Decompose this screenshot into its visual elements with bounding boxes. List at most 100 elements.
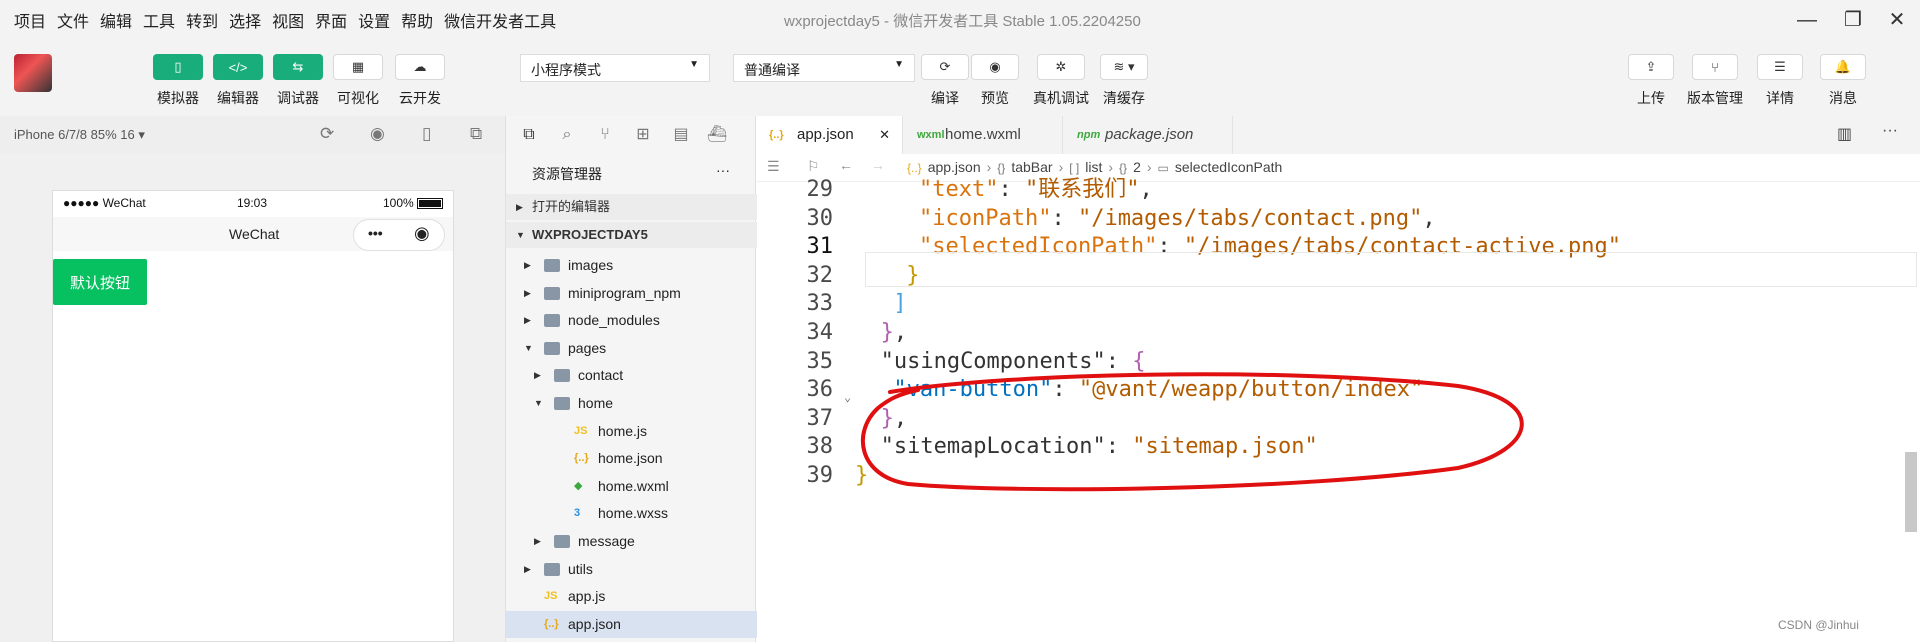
code-button[interactable]: </> bbox=[213, 54, 263, 80]
debug-button[interactable]: ⇆ bbox=[273, 54, 323, 80]
wxml-file-icon: ◆ bbox=[574, 479, 583, 492]
close-capsule-icon[interactable]: ◉ bbox=[414, 223, 430, 244]
layers-button[interactable]: ≋ ▾ bbox=[1100, 54, 1148, 80]
cloud-icon: ☁ bbox=[413, 59, 427, 74]
tab-app-json[interactable]: {..} app.json ✕ bbox=[757, 116, 903, 154]
layers-icon: ≋ ▾ bbox=[1113, 59, 1135, 74]
tree-item-miniprogram_npm[interactable]: ▶ miniprogram_npm bbox=[506, 280, 757, 307]
folder-file-icon bbox=[554, 535, 570, 548]
device-select[interactable]: iPhone 6/7/8 85% 16 ▾ bbox=[14, 127, 145, 143]
folder-file-icon bbox=[544, 259, 560, 272]
menu-item[interactable]: 选择 bbox=[229, 8, 261, 32]
toolbar-label: 上传 bbox=[1637, 90, 1665, 106]
menu-item[interactable]: 工具 bbox=[143, 8, 175, 32]
menu-item[interactable]: 转到 bbox=[186, 8, 218, 32]
back-icon[interactable]: ← bbox=[839, 157, 853, 173]
tree-item-home[interactable]: ▼ home bbox=[506, 390, 757, 417]
project-section[interactable]: ▼ WXPROJECTDAY5 bbox=[506, 222, 757, 248]
menu-item[interactable]: 界面 bbox=[315, 8, 347, 32]
menu-item[interactable]: 视图 bbox=[272, 8, 304, 32]
tab-package-json[interactable]: npm package.json bbox=[1065, 116, 1233, 154]
tree-item-message[interactable]: ▶ message bbox=[506, 528, 757, 555]
capsule-menu[interactable]: ••• ◉ bbox=[353, 219, 445, 251]
close-icon[interactable]: ✕ bbox=[1882, 6, 1912, 34]
file-type-icon: npm bbox=[1077, 129, 1101, 141]
menu-item[interactable]: 微信开发者工具 bbox=[444, 8, 556, 32]
fold-icon[interactable]: ⌄ bbox=[844, 390, 851, 404]
bell-icon: 🔔 bbox=[1834, 59, 1852, 74]
files-icon[interactable]: ⧉ bbox=[518, 124, 540, 146]
docker-icon[interactable]: ⛴ bbox=[706, 124, 728, 146]
explorer-panel: ⧉ ⌕ ⑂ ⊞ ▤ ⛴ 资源管理器 ··· ▶ 打开的编辑器 ▼ WXPROJE… bbox=[505, 116, 757, 642]
tree-item-pages[interactable]: ▼ pages bbox=[506, 335, 757, 362]
menu-item[interactable]: 帮助 bbox=[401, 8, 433, 32]
eye-button[interactable]: ◉ bbox=[971, 54, 1019, 80]
stop-icon[interactable]: ◉ bbox=[370, 124, 385, 144]
tree-item-home-wxss[interactable]: 3 home.wxss bbox=[506, 500, 757, 527]
branch-button[interactable]: ⑂ bbox=[1692, 54, 1738, 80]
default-button[interactable]: 默认按钮 bbox=[53, 259, 147, 305]
open-editors-section[interactable]: ▶ 打开的编辑器 bbox=[506, 194, 757, 220]
menu-bar: 项目 文件 编辑 工具 转到 选择 视图 界面 设置 帮助 微信开发者工具 wxprojectday… bbox=[0, 0, 1920, 40]
split-editor-icon[interactable]: ▥ bbox=[1837, 124, 1852, 144]
bell-button[interactable]: 🔔 bbox=[1820, 54, 1866, 80]
menu-item[interactable]: 设置 bbox=[358, 8, 390, 32]
chevron-right-icon: ▶ bbox=[524, 315, 531, 326]
phone-icon[interactable]: ▯ bbox=[422, 124, 431, 144]
tree-item-home-json[interactable]: {..} home.json bbox=[506, 445, 757, 472]
refresh-button[interactable]: ⟳ bbox=[921, 54, 969, 80]
tab-home-wxml[interactable]: wxml home.wxml bbox=[905, 116, 1063, 154]
tree-item-app-js[interactable]: JS app.js bbox=[506, 583, 757, 610]
code-icon: </> bbox=[228, 59, 248, 75]
bug-button[interactable]: ✲ bbox=[1037, 54, 1085, 80]
cloud-button[interactable]: ☁ bbox=[395, 54, 445, 80]
tree-item-label: app.json bbox=[568, 615, 621, 632]
scrollbar[interactable] bbox=[1905, 452, 1917, 532]
phone-status-bar: ●●●●● WeChat 19:03 100% bbox=[53, 191, 453, 217]
tree-item-node_modules[interactable]: ▶ node_modules bbox=[506, 307, 757, 334]
menu-item[interactable]: 文件 bbox=[57, 8, 89, 32]
json-file-icon: {..} bbox=[544, 617, 559, 630]
close-tab-icon[interactable]: ✕ bbox=[879, 116, 890, 154]
tree-item-home-wxml[interactable]: ◆ home.wxml bbox=[506, 473, 757, 500]
forward-icon[interactable]: → bbox=[871, 157, 885, 173]
more-icon[interactable]: ••• bbox=[368, 225, 383, 241]
debug-icon: ⇆ bbox=[292, 59, 304, 74]
tree-item-home-js[interactable]: JS home.js bbox=[506, 418, 757, 445]
storage-icon[interactable]: ▤ bbox=[670, 124, 692, 146]
open-editors-label: 打开的编辑器 bbox=[532, 199, 611, 214]
toolbar-label: 详情 bbox=[1766, 90, 1794, 106]
more-icon[interactable]: ··· bbox=[716, 162, 730, 178]
menu-item[interactable]: 编辑 bbox=[100, 8, 132, 32]
toolbar-label: 消息 bbox=[1829, 90, 1857, 106]
annotation-circle bbox=[861, 372, 1524, 492]
window-icon[interactable]: ⧉ bbox=[470, 124, 482, 144]
search-icon[interactable]: ⌕ bbox=[556, 124, 578, 146]
tree-item-app-json[interactable]: {..} app.json bbox=[506, 610, 757, 638]
bug-icon: ✲ bbox=[1055, 59, 1067, 74]
extensions-icon[interactable]: ⊞ bbox=[632, 124, 654, 146]
layout-button[interactable]: ▦ bbox=[333, 54, 383, 80]
tree-item-contact[interactable]: ▶ contact bbox=[506, 362, 757, 389]
tree-item-label: home bbox=[578, 395, 614, 411]
source-control-icon[interactable]: ⑂ bbox=[594, 124, 616, 146]
maximize-icon[interactable]: ❐ bbox=[1838, 6, 1868, 34]
tree-item-utils[interactable]: ▶ utils bbox=[506, 556, 757, 583]
menu-button[interactable]: ☰ bbox=[1757, 54, 1803, 80]
menu-item[interactable]: 项目 bbox=[14, 8, 46, 32]
editor-tabbar: {..} app.json ✕ wxml home.wxml npm package.jso… bbox=[757, 116, 1920, 154]
tree-item-label: home.js bbox=[598, 422, 648, 439]
chevron-right-icon: ▶ bbox=[534, 370, 541, 381]
tree-item-images[interactable]: ▶ images bbox=[506, 252, 757, 279]
avatar[interactable] bbox=[14, 54, 52, 92]
more-actions-icon[interactable]: ··· bbox=[1882, 122, 1898, 140]
phone-button[interactable]: ▯ bbox=[153, 54, 203, 80]
mode-select[interactable]: 小程序模式 ▼ bbox=[520, 54, 710, 82]
json-file-icon: {..} bbox=[574, 452, 589, 465]
compile-select[interactable]: 普通编译 ▼ bbox=[733, 54, 915, 82]
status-time: 19:03 bbox=[237, 196, 268, 210]
minimize-icon[interactable]: — bbox=[1792, 6, 1822, 34]
tree-item-label: home.wxml bbox=[598, 477, 669, 494]
upload-button[interactable]: ⇪ bbox=[1628, 54, 1674, 80]
rotate-icon[interactable]: ⟳ bbox=[320, 124, 334, 144]
